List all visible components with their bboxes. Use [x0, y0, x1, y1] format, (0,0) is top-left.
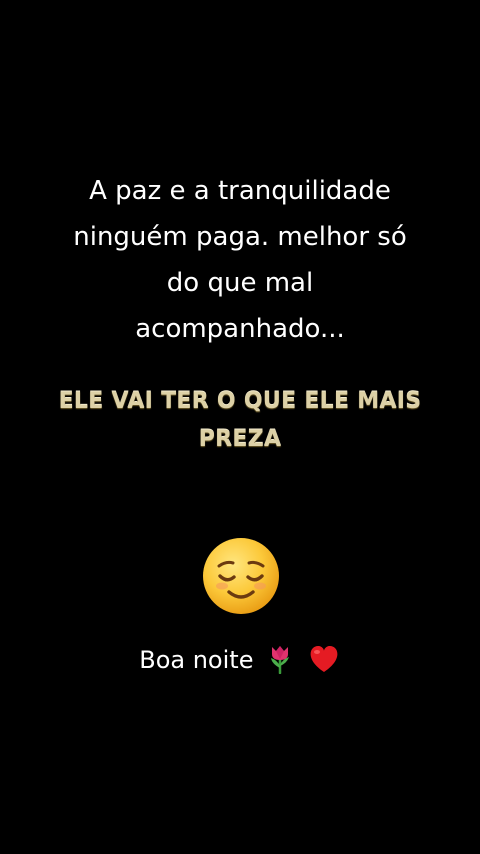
quote-line: do que mal [166, 268, 314, 298]
caption-line: PREZA [198, 427, 282, 452]
quote-text: A paz e a tranquilidade ninguém paga. me… [40, 168, 440, 352]
subtitle-caption: ELE VAI TER O QUE ELE MAIS PREZA [40, 383, 440, 459]
quote-line: acompanhado... [135, 314, 345, 344]
relieved-face-icon [203, 538, 279, 614]
caption-line: ELE VAI TER O QUE ELE MAIS [58, 389, 422, 414]
good-night-line: Boa noite [0, 640, 480, 680]
quote-line: A paz e a tranquilidade [89, 176, 391, 206]
tulip-icon [271, 646, 290, 675]
story-screen: A paz e a tranquilidade ninguém paga. me… [0, 0, 480, 854]
red-heart-icon [310, 645, 338, 672]
good-night-text: Boa noite [139, 646, 254, 674]
quote-line: ninguém paga. melhor só [73, 222, 407, 252]
